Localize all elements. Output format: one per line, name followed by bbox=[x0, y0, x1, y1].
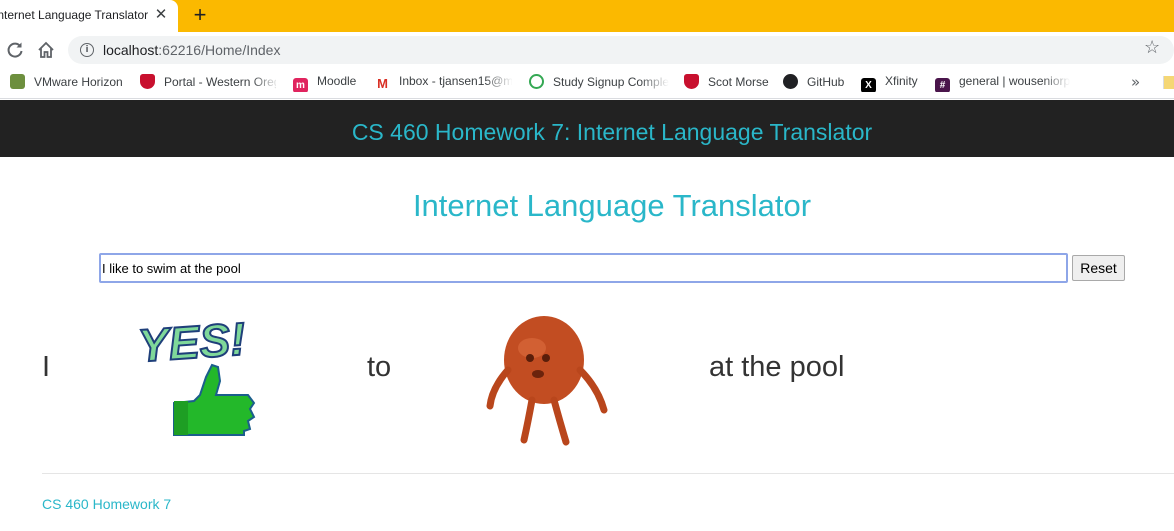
bookmarks-bar: VMware Horizon Portal - Western Oreg m Mo… bbox=[0, 68, 1174, 99]
bookmark-label: GitHub bbox=[807, 75, 845, 89]
sona-icon bbox=[529, 74, 544, 89]
close-tab-icon[interactable]: ✕ bbox=[153, 7, 169, 23]
new-tab-icon[interactable]: + bbox=[189, 4, 211, 26]
translated-word: to bbox=[367, 351, 392, 383]
bookmark-study-signup[interactable]: Study Signup Comple bbox=[529, 74, 669, 92]
bookmark-slack-general[interactable]: # general | wouseniorp bbox=[935, 74, 1075, 92]
bookmark-star-icon[interactable]: ☆ bbox=[1144, 37, 1160, 58]
reload-icon[interactable] bbox=[5, 40, 25, 60]
bookmark-label: Portal - Western Oreg bbox=[164, 75, 276, 89]
footer-text: CS 460 Homework 7 bbox=[42, 496, 172, 512]
bookmark-label: Inbox - tjansen15@m bbox=[399, 74, 512, 88]
url-host: localhost bbox=[103, 42, 159, 58]
page-title: Internet Language Translator bbox=[412, 188, 812, 223]
translated-word: at the pool bbox=[709, 351, 845, 383]
site-navbar: CS 460 Homework 7: Internet Language Tra… bbox=[0, 100, 1174, 157]
bookmark-scot-morse[interactable]: Scot Morse bbox=[684, 74, 774, 92]
bookmark-wou-portal[interactable]: Portal - Western Oreg bbox=[140, 74, 276, 92]
bookmark-label: Scot Morse bbox=[708, 75, 769, 89]
bookmark-github[interactable]: GitHub bbox=[783, 74, 853, 92]
translate-input[interactable] bbox=[99, 253, 1068, 283]
bookmark-folder-icon[interactable] bbox=[1163, 76, 1174, 89]
bookmark-vmware[interactable]: VMware Horizon bbox=[10, 74, 125, 92]
address-bar[interactable]: i localhost:62216/Home/Index bbox=[68, 36, 1174, 64]
bookmark-label: Moodle bbox=[317, 74, 357, 88]
wou-shield-icon bbox=[140, 74, 155, 89]
site-info-icon[interactable]: i bbox=[80, 43, 94, 57]
like-gif: YES! bbox=[135, 311, 256, 436]
home-icon[interactable] bbox=[36, 40, 56, 60]
moodle-icon: m bbox=[293, 78, 308, 92]
reset-button[interactable]: Reset bbox=[1072, 255, 1125, 281]
translated-word: I bbox=[42, 351, 51, 383]
bookmark-xfinity[interactable]: X Xfinity bbox=[861, 74, 926, 92]
gmail-icon: M bbox=[375, 76, 390, 91]
yes-text: YES! bbox=[136, 312, 247, 371]
wou-shield-icon bbox=[684, 74, 699, 89]
vmware-icon bbox=[10, 74, 25, 89]
tab-title-text: Internet Language Translator bbox=[0, 8, 149, 22]
bookmark-label: VMware Horizon bbox=[34, 75, 123, 89]
bookmark-label: Study Signup Comple bbox=[553, 75, 669, 89]
footer-divider bbox=[42, 473, 1174, 474]
tab-title: Internet Language Translator bbox=[0, 8, 150, 22]
more-bookmarks-icon[interactable]: » bbox=[1131, 73, 1140, 91]
github-icon bbox=[783, 74, 798, 89]
bookmark-label: general | wouseniorp bbox=[959, 74, 1071, 88]
tab-strip: Internet Language Translator ✕ + bbox=[0, 0, 1174, 32]
url-text[interactable]: localhost:62216/Home/Index bbox=[103, 42, 280, 58]
bookmark-gmail[interactable]: M Inbox - tjansen15@m bbox=[375, 74, 512, 92]
browser-tab[interactable]: Internet Language Translator ✕ bbox=[0, 0, 178, 32]
bookmark-moodle[interactable]: m Moodle bbox=[293, 74, 363, 92]
url-path: :62216/Home/Index bbox=[158, 42, 281, 58]
slack-hash-icon: # bbox=[935, 78, 950, 92]
swim-meatball-gif bbox=[486, 316, 608, 446]
browser-toolbar: i localhost:62216/Home/Index ☆ bbox=[0, 32, 1174, 68]
xfinity-icon: X bbox=[861, 78, 876, 92]
navbar-brand[interactable]: CS 460 Homework 7: Internet Language Tra… bbox=[0, 119, 1174, 146]
bookmark-label: Xfinity bbox=[885, 74, 918, 88]
